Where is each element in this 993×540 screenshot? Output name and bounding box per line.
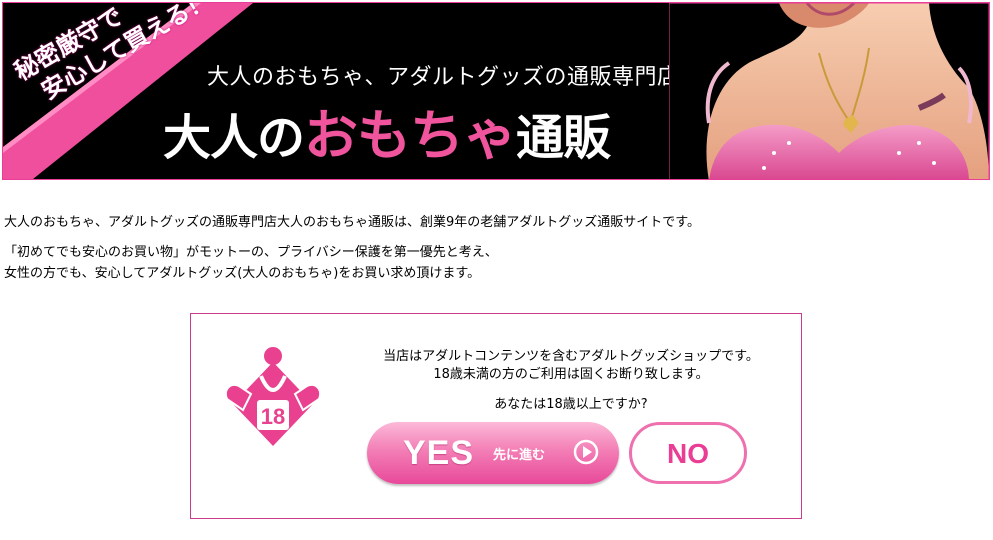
badge-number: 18 [261, 404, 285, 429]
warning-line-2: 18歳未満の方のご利用は固くお断り致します。 [433, 367, 709, 382]
no-button-label: NO [667, 438, 709, 469]
model-illustration [669, 3, 989, 179]
intro-line-1: 大人のおもちゃ、アダルトグッズの通販専門店大人のおもちゃ通販は、創業9年の老舗ア… [4, 215, 700, 230]
warning-line-1: 当店はアダルトコンテンツを含むアダルトグッズショップです。 [383, 349, 759, 364]
intro-line-2: 「初めてでも安心のお買い物」がモットーの、プライバシー保護を第一優先と考え、 [4, 245, 498, 260]
yes-button-sublabel: 先に進む [493, 448, 546, 463]
title-part-2: 通販 [516, 110, 611, 166]
header-title: 大人のおもちゃ通販 [163, 91, 611, 170]
header-banner: 秘密厳守で 安心して買える！ 大人のおもちゃ、アダルトグッズの通販専門店 大人の… [2, 2, 990, 180]
yes-button-label: YES [403, 434, 475, 472]
yes-button[interactable]: YES 先に進む [367, 422, 619, 484]
age-18-badge-icon: 18 [225, 347, 321, 446]
arrow-right-circle-icon [573, 439, 599, 465]
age-question: あなたは18歳以上ですか? [494, 397, 648, 412]
title-part-1: 大人の [163, 110, 305, 166]
age-verification-box: 18 当店はアダルトコンテンツを含むアダルトグッズショップです。 18歳未満の方… [190, 313, 802, 519]
title-highlight: おもちゃ [304, 104, 517, 167]
no-button[interactable]: NO [629, 422, 747, 484]
header-subtitle: 大人のおもちゃ、アダルトグッズの通販専門店 [207, 65, 680, 90]
intro-line-3: 女性の方でも、安心してアダルトグッズ(大人のおもちゃ)をお買い求め頂けます。 [4, 266, 481, 281]
